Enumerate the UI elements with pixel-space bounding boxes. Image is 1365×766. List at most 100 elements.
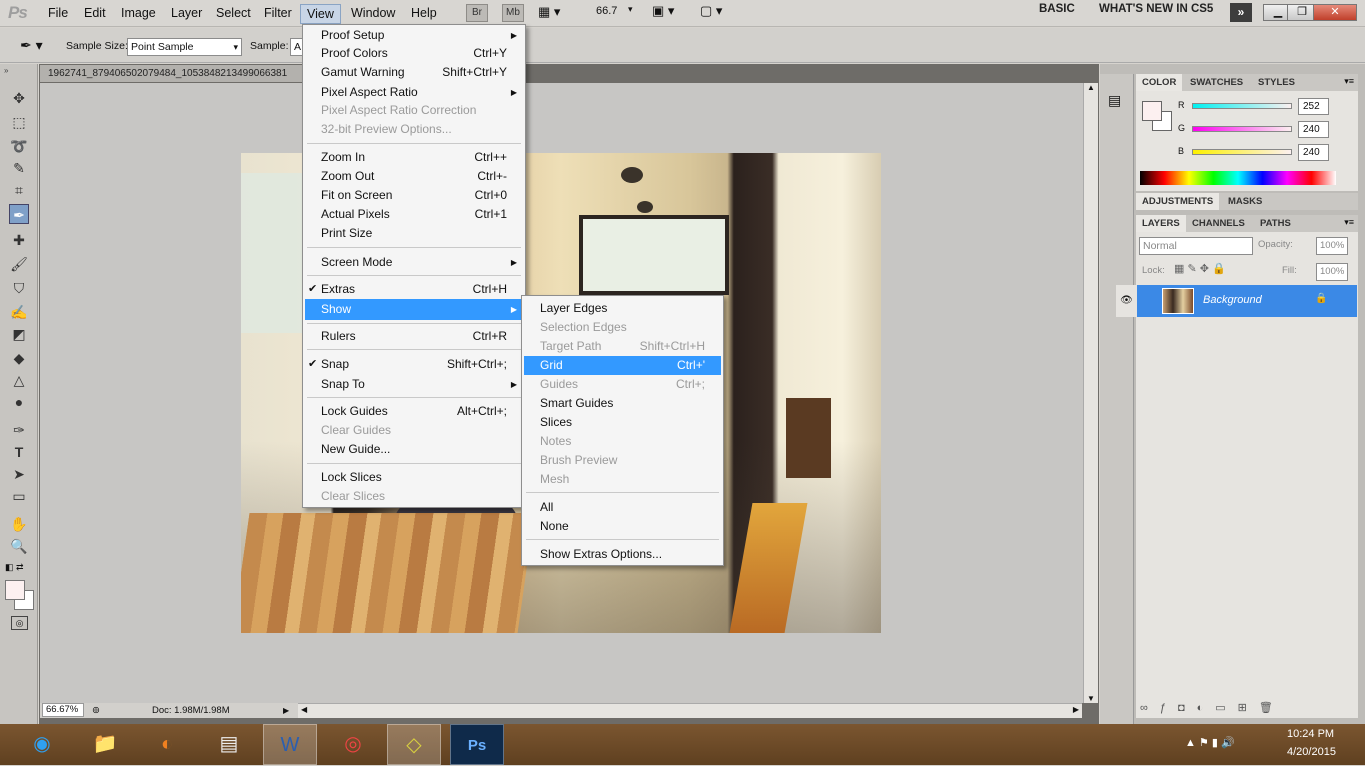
opacity-field[interactable]: 100%	[1316, 237, 1348, 255]
menu-window[interactable]: Window	[345, 4, 401, 24]
quick-select-tool-icon[interactable]: ✎	[9, 158, 29, 178]
history-panel-icon[interactable]: ▤	[1108, 92, 1121, 109]
panel-menu-icon[interactable]: ▾≡	[1344, 76, 1354, 87]
foreground-color-swatch[interactable]	[5, 580, 25, 600]
menu-select[interactable]: Select	[210, 4, 257, 24]
hand-tool-icon[interactable]: ✋	[9, 514, 29, 534]
tray-icons[interactable]: ▲ ⚑ ▮ 🔊	[1185, 736, 1235, 749]
menu-item-new-guide[interactable]: New Guide...	[305, 440, 523, 459]
zoom-tool-icon[interactable]: 🔍	[9, 536, 29, 556]
mini-bridge-button[interactable]: Mb	[502, 4, 524, 22]
eraser-tool-icon[interactable]: ◩	[9, 324, 29, 344]
firefox-icon[interactable]: ◐	[140, 724, 194, 765]
r-slider[interactable]	[1192, 103, 1292, 109]
b-slider[interactable]	[1192, 149, 1292, 155]
menu-help[interactable]: Help	[405, 4, 443, 24]
menu-item-screen-mode[interactable]: Screen Mode ▶	[305, 253, 523, 272]
view-extras-icon[interactable]: ▦ ▾	[538, 4, 560, 20]
dodge-tool-icon[interactable]: ●	[9, 392, 29, 412]
document-tab[interactable]: 1962741_879406502079484_1053848213499066…	[40, 65, 302, 82]
blend-mode-select[interactable]: Normal	[1139, 237, 1253, 255]
menu-item-snap-to[interactable]: Snap To ▶	[305, 375, 523, 394]
blur-tool-icon[interactable]: △	[9, 370, 29, 390]
crop-tool-icon[interactable]: ⌗	[9, 180, 29, 200]
word-icon[interactable]: W	[263, 724, 317, 765]
layers-footer-icons[interactable]: ∞ƒ◘◐▭⊞🗑	[1140, 701, 1285, 714]
zoom-dropdown-icon[interactable]: ▾	[628, 4, 633, 15]
file-explorer-icon[interactable]: 📁	[78, 724, 132, 765]
color-spectrum-bar[interactable]	[1140, 171, 1336, 185]
menu-item-proof-setup[interactable]: Proof Setup ▶	[305, 26, 523, 45]
chrome-icon[interactable]: ◎	[326, 724, 380, 765]
history-brush-tool-icon[interactable]: ✍	[9, 302, 29, 322]
move-tool-icon[interactable]: ✥	[9, 88, 29, 108]
vertical-scrollbar[interactable]: ▲ ▼	[1083, 83, 1098, 703]
collapse-icon[interactable]: »	[4, 66, 8, 75]
arrange-documents-icon[interactable]: ▣ ▾	[652, 3, 674, 19]
screen-mode-icon[interactable]: ▢ ▾	[700, 3, 722, 19]
menu-item-pixel-aspect-ratio[interactable]: Pixel Aspect Ratio ▶	[305, 83, 523, 102]
more-workspaces-icon[interactable]: »	[1230, 3, 1252, 22]
g-value[interactable]: 240	[1298, 121, 1329, 138]
close-button[interactable]: ✕	[1313, 4, 1357, 21]
tab-adjustments[interactable]: ADJUSTMENTS	[1136, 193, 1220, 210]
menu-item-print-size[interactable]: Print Size	[305, 224, 523, 243]
menu-item-lock-guides[interactable]: Lock Guides Alt+Ctrl+;	[305, 402, 523, 421]
horizontal-scrollbar[interactable]: ◀ ▶	[298, 703, 1082, 718]
workspace-whats-new[interactable]: WHAT'S NEW IN CS5	[1099, 3, 1213, 15]
paint-bucket-tool-icon[interactable]: ◆	[9, 348, 29, 368]
menu-item-lock-slices[interactable]: Lock Slices	[305, 468, 523, 487]
sample-size-select[interactable]: Point Sample ▾	[127, 38, 242, 56]
fill-field[interactable]: 100%	[1316, 263, 1348, 281]
tray-date[interactable]: 4/20/2015	[1287, 746, 1336, 758]
menu-item-rulers[interactable]: Rulers Ctrl+R	[305, 327, 523, 346]
layer-name[interactable]: Background	[1203, 294, 1262, 306]
eyedropper-tool-icon[interactable]: ✒ ▾	[20, 37, 43, 54]
brush-tool-icon[interactable]: 🖌	[9, 254, 29, 274]
tab-layers[interactable]: LAYERS	[1136, 215, 1186, 232]
clone-stamp-tool-icon[interactable]: ⛉	[9, 278, 29, 298]
menu-item-actual-pixels[interactable]: Actual Pixels Ctrl+1	[305, 205, 523, 224]
menu-edit[interactable]: Edit	[78, 4, 112, 24]
menu-item-zoom-out[interactable]: Zoom Out Ctrl+-	[305, 167, 523, 186]
eye-icon[interactable]: 👁	[1116, 285, 1137, 317]
menu-item-show[interactable]: Show ▶	[305, 299, 523, 320]
menu-view[interactable]: View	[300, 4, 341, 24]
healing-brush-tool-icon[interactable]: ✚	[9, 230, 29, 250]
menu-item-proof-colors[interactable]: Proof Colors Ctrl+Y	[305, 44, 523, 63]
tab-color[interactable]: COLOR	[1136, 74, 1183, 91]
foreground-color-swatch[interactable]	[1142, 101, 1162, 121]
panel-menu-icon[interactable]: ▾≡	[1344, 217, 1354, 228]
menu-item-all[interactable]: All	[524, 498, 721, 517]
g-slider[interactable]	[1192, 126, 1292, 132]
tab-masks[interactable]: MASKS	[1222, 193, 1268, 210]
scroll-right-icon[interactable]: ▶	[1073, 705, 1079, 714]
eyedropper-tool-icon[interactable]: ✒	[9, 204, 29, 224]
start-button-icon[interactable]: ◉	[15, 724, 69, 765]
tab-swatches[interactable]: SWATCHES	[1184, 74, 1249, 91]
type-tool-icon[interactable]: T	[9, 442, 29, 462]
pen-tool-icon[interactable]: ✑	[9, 420, 29, 440]
lock-icons[interactable]: ▦ ✎ ✥ 🔒	[1174, 262, 1226, 275]
r-value[interactable]: 252	[1298, 98, 1329, 115]
status-menu-icon[interactable]: ▶	[283, 703, 289, 718]
rectangle-tool-icon[interactable]: ▭	[9, 486, 29, 506]
tray-time[interactable]: 10:24 PM	[1287, 728, 1334, 740]
menu-item-gamut-warning[interactable]: Gamut Warning Shift+Ctrl+Y	[305, 63, 523, 82]
path-selection-tool-icon[interactable]: ➤	[9, 464, 29, 484]
menu-file[interactable]: File	[42, 4, 74, 24]
menu-filter[interactable]: Filter	[258, 4, 298, 24]
scroll-up-icon[interactable]: ▲	[1087, 83, 1095, 92]
menu-item-layer-edges[interactable]: Layer Edges	[524, 299, 721, 318]
bridge-button[interactable]: Br	[466, 4, 488, 22]
workspace-basic[interactable]: BASIC	[1039, 3, 1075, 15]
marquee-tool-icon[interactable]: ⬚	[9, 112, 29, 132]
scroll-down-icon[interactable]: ▼	[1087, 694, 1095, 703]
menu-item-zoom-in[interactable]: Zoom In Ctrl++	[305, 148, 523, 167]
menu-item-grid[interactable]: Grid Ctrl+'	[524, 356, 721, 375]
b-value[interactable]: 240	[1298, 144, 1329, 161]
tab-paths[interactable]: PATHS	[1254, 215, 1297, 232]
quick-mask-icon[interactable]: ◎	[11, 616, 28, 630]
menu-layer[interactable]: Layer	[165, 4, 208, 24]
menu-item-snap[interactable]: ✔ Snap Shift+Ctrl+;	[305, 355, 523, 374]
